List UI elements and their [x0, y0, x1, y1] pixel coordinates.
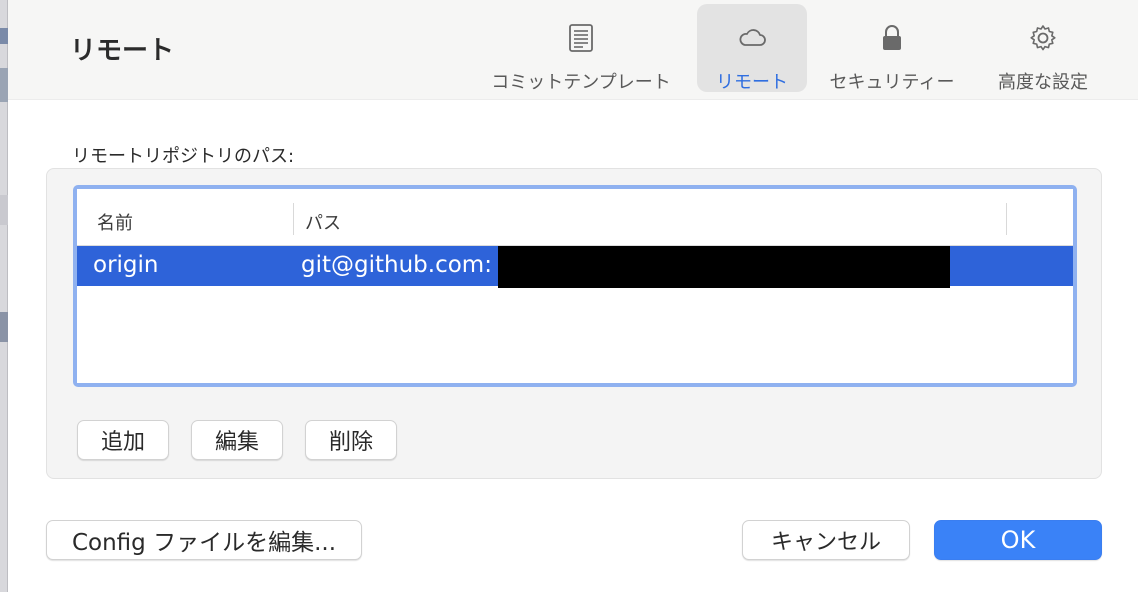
window-title: リモート [70, 36, 175, 66]
tab-remote[interactable]: リモート [697, 4, 807, 93]
column-separator[interactable] [1006, 203, 1007, 235]
lock-icon [883, 25, 901, 50]
remotes-group: 名前 パス origin git@github.com: 追加 編集 削除 [46, 168, 1102, 479]
remote-name-cell: origin [93, 252, 159, 278]
tab-security[interactable]: セキュリティー [818, 4, 966, 93]
column-header-path[interactable]: パス [305, 209, 341, 235]
table-header: 名前 パス [77, 189, 1073, 246]
remotes-table[interactable]: 名前 パス origin git@github.com: [77, 189, 1073, 383]
tab-advanced-label: 高度な設定 [998, 72, 1088, 93]
edit-button[interactable]: 編集 [191, 420, 283, 460]
column-header-name[interactable]: 名前 [97, 209, 133, 235]
settings-dialog: リモート コミットテンプレート リモート セキュリティー 高度な設定 リモートリ… [8, 0, 1138, 592]
toolbar: リモート コミットテンプレート リモート セキュリティー 高度な設定 [8, 0, 1138, 100]
remotes-table-frame: 名前 パス origin git@github.com: [73, 185, 1077, 387]
edit-config-file-button[interactable]: Config ファイルを編集... [46, 520, 362, 560]
redacted-block [498, 246, 950, 288]
gear-icon [1030, 25, 1056, 51]
tab-commit-template-label: コミットテンプレート [491, 72, 671, 93]
tab-advanced[interactable]: 高度な設定 [986, 4, 1100, 93]
add-button[interactable]: 追加 [77, 420, 169, 460]
tab-security-label: セキュリティー [829, 72, 955, 93]
cancel-button[interactable]: キャンセル [742, 520, 910, 560]
remote-paths-label: リモートリポジトリのパス: [72, 146, 295, 167]
ok-button[interactable]: OK [934, 520, 1102, 560]
tab-remote-label: リモート [716, 72, 788, 93]
document-lines-icon [569, 24, 593, 52]
column-separator[interactable] [293, 203, 294, 235]
background-window-edge [0, 0, 8, 592]
remote-path-cell: git@github.com: [301, 252, 492, 278]
table-row[interactable]: origin git@github.com: [77, 246, 1073, 288]
tab-commit-template[interactable]: コミットテンプレート [478, 4, 684, 93]
cloud-icon [739, 29, 766, 46]
delete-button[interactable]: 削除 [305, 420, 397, 460]
